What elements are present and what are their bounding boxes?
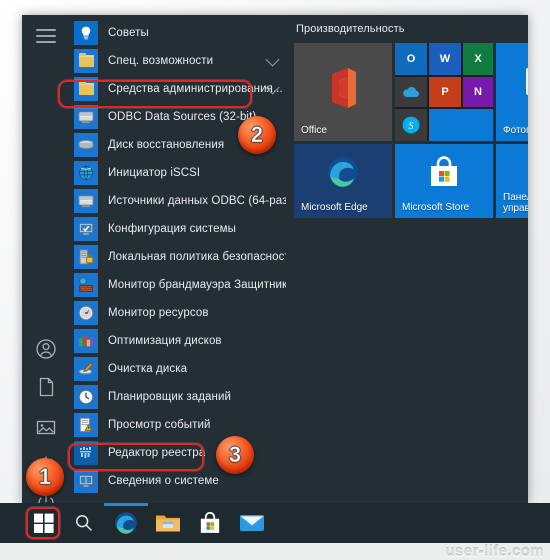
highlight-start-button [26, 507, 60, 539]
tile-label-line1: Панель [503, 192, 528, 203]
folder-icon [74, 49, 98, 73]
highlight-registry-editor [68, 443, 204, 471]
app-list-item-label: Локальная политика безопасности [108, 250, 286, 263]
step-badge-3: 3 [216, 436, 254, 474]
chevron-down-icon[interactable] [265, 52, 280, 67]
app-list-item-label: ODBC Data Sources (32-bit) [108, 110, 257, 123]
tips-icon [74, 21, 98, 45]
firewall-monitor-icon [74, 273, 98, 297]
app-list-item-label: Конфигурация системы [108, 222, 237, 235]
tile-label: Office [301, 125, 327, 136]
taskbar [0, 503, 550, 543]
file-explorer-icon[interactable] [146, 503, 190, 543]
mail-icon[interactable] [230, 503, 274, 543]
app-list-item-label: Источники данных ODBC (64-раз... [108, 194, 286, 207]
app-list-item[interactable]: Спец. возможности [70, 47, 286, 75]
app-list-item-label: Советы [108, 26, 149, 39]
tile-label: Панель управления [503, 192, 528, 214]
defrag-icon [74, 329, 98, 353]
edge-icon[interactable] [104, 503, 148, 543]
account-icon[interactable] [34, 337, 58, 361]
security-policy-icon [74, 245, 98, 269]
svg-text:S: S [409, 121, 414, 132]
disk-cleanup-icon [74, 357, 98, 381]
step-badge-number: 3 [228, 442, 242, 467]
app-list-item[interactable]: Планировщик заданий [70, 383, 286, 411]
app-list-item-label: Спец. возможности [108, 54, 214, 67]
tile-microsoft-edge[interactable]: Microsoft Edge [294, 144, 392, 218]
app-list-item-label: Просмотр событий [108, 418, 211, 431]
step-badge-1: 1 [26, 458, 64, 496]
hamburger-menu-icon[interactable] [36, 29, 56, 43]
highlight-administrative-tools [58, 80, 252, 108]
app-list-item-label: Сведения о системе [108, 474, 219, 487]
tile-office[interactable]: Office [294, 43, 392, 141]
app-list-item[interactable]: Источники данных ODBC (64-раз... [70, 187, 286, 215]
app-list-item[interactable]: Монитор брандмауэра Защитник... [70, 271, 286, 299]
system-info-icon: i [74, 469, 98, 493]
resource-monitor-icon [74, 301, 98, 325]
app-list-item[interactable]: Монитор ресурсов [70, 299, 286, 327]
msconfig-icon [74, 217, 98, 241]
tile-group-title: Производительность [296, 23, 405, 35]
app-list-item[interactable]: Просмотр событий [70, 411, 286, 439]
tile-microsoft-store[interactable]: Microsoft Store [395, 144, 493, 218]
app-list-item[interactable]: Конфигурация системы [70, 215, 286, 243]
edge-active-indicator [104, 503, 148, 506]
step-badge-number: 2 [250, 122, 264, 147]
tile-label: Microsoft Edge [301, 202, 368, 213]
app-list-item[interactable]: Советы [70, 19, 286, 47]
task-scheduler-icon [74, 385, 98, 409]
app-list-item-label: Диск восстановления [108, 138, 225, 151]
tile-photos[interactable]: Фотографии [496, 43, 528, 141]
app-list-item[interactable]: Инициатор iSCSI [70, 159, 286, 187]
watermark: user-life.com [445, 543, 544, 560]
microsoft-store-icon[interactable] [188, 503, 232, 543]
event-viewer-icon [74, 413, 98, 437]
app-list-item[interactable]: Очистка диска [70, 355, 286, 383]
odbc-icon [74, 105, 98, 129]
recovery-drive-icon [74, 133, 98, 157]
screenshot-root: Советы Спец. возможности Средства админи… [0, 0, 550, 560]
iscsi-icon [74, 161, 98, 185]
tiles-section: Производительность Office O W X P N S Фо… [294, 23, 528, 253]
tile-label: Microsoft Store [402, 202, 470, 213]
step-badge-2: 2 [238, 116, 276, 154]
odbc64-icon [74, 189, 98, 213]
app-list-item[interactable]: Оптимизация дисков [70, 327, 286, 355]
app-list-item-label: Очистка диска [108, 362, 188, 375]
app-list-item-label: Планировщик заданий [108, 390, 232, 403]
documents-icon[interactable] [34, 375, 58, 399]
app-list-item-label: Оптимизация дисков [108, 334, 222, 347]
tile-label: Фотографии [503, 125, 528, 136]
tile-label-line2: управления [503, 203, 528, 214]
app-list-item[interactable]: i Сведения о системе [70, 467, 286, 495]
app-list-item-label: Инициатор iSCSI [108, 166, 201, 179]
app-list-item-label: Монитор ресурсов [108, 306, 209, 319]
tile-grid: Office O W X P N S Фотог Microsoft Edge … [294, 43, 528, 253]
app-list-item-label: Монитор брандмауэра Защитник... [108, 278, 286, 291]
app-list-item[interactable]: Локальная политика безопасности [70, 243, 286, 271]
tile-control-panel[interactable]: Панель управления [496, 144, 528, 218]
pictures-icon[interactable] [34, 415, 58, 439]
search-icon[interactable] [62, 503, 106, 543]
tile-office-suite[interactable]: O W X P N S [395, 43, 493, 141]
step-badge-number: 1 [38, 464, 52, 489]
